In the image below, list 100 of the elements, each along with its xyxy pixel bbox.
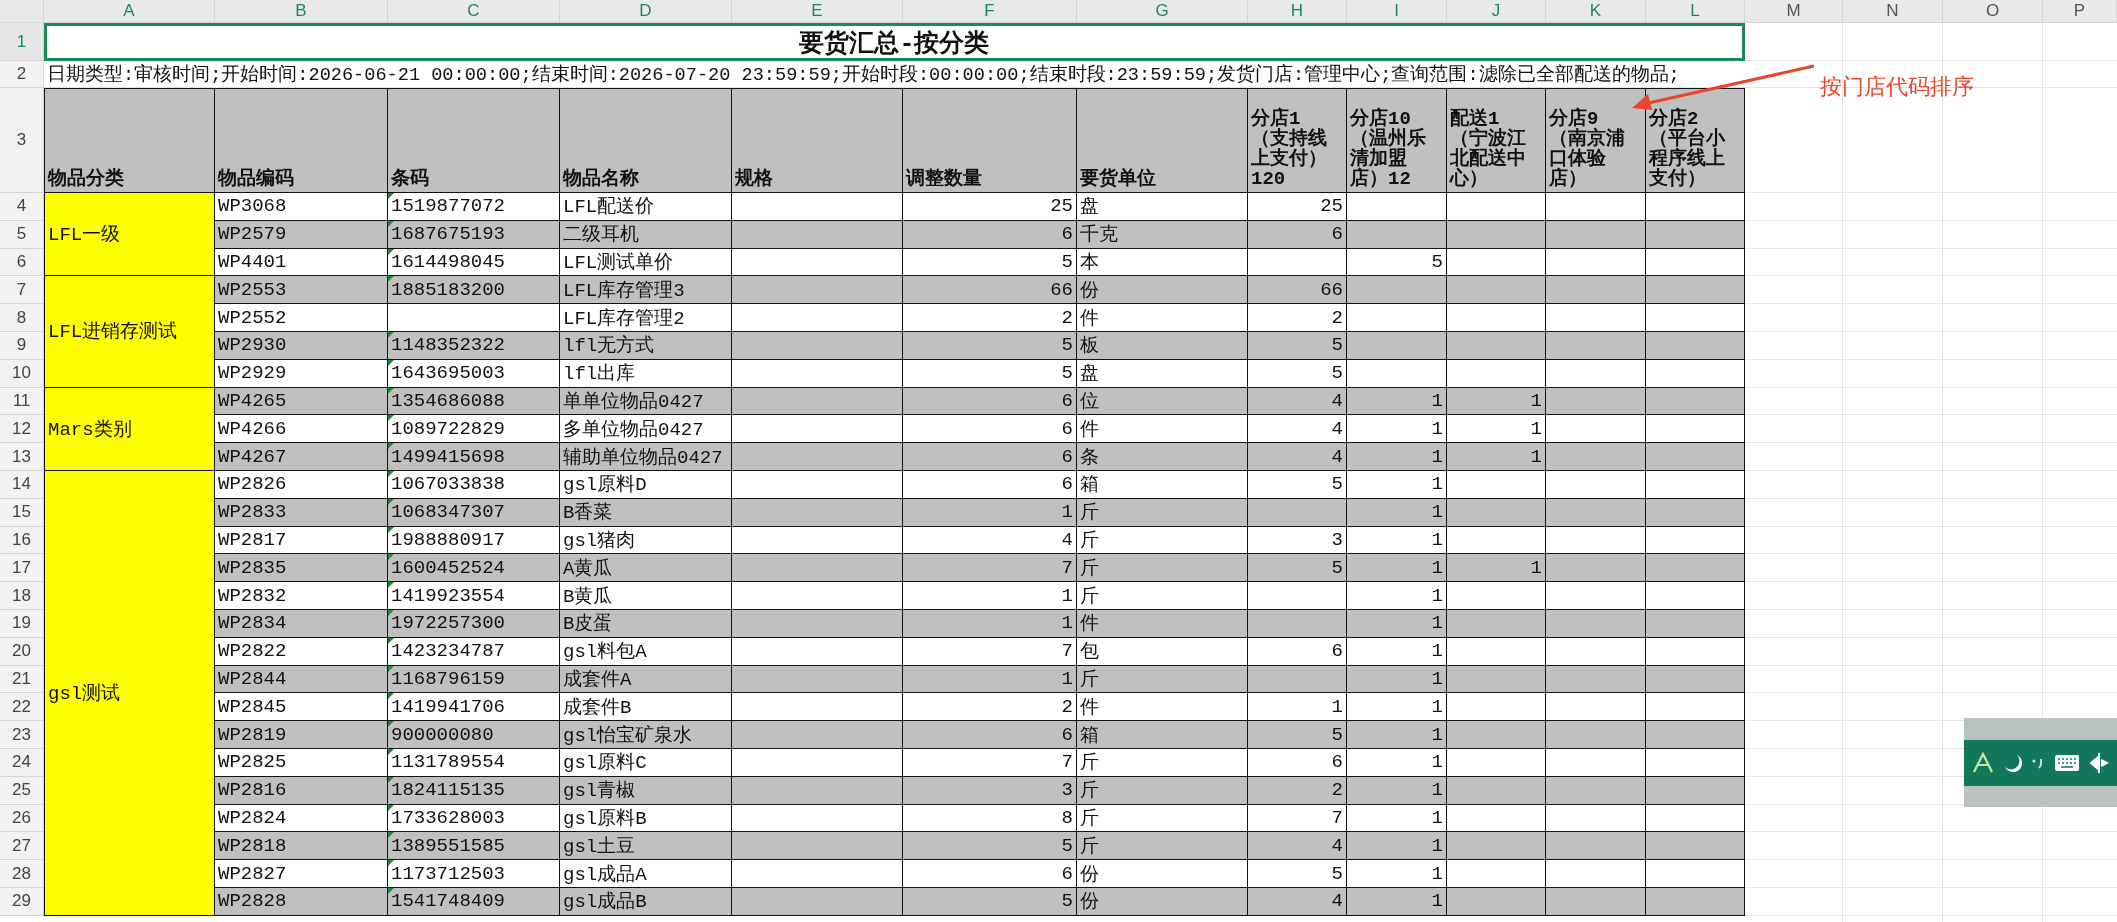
table-cell: LFL库存管理3	[560, 276, 732, 305]
table-cell: gsl怡宝矿泉水	[560, 721, 732, 749]
row-header[interactable]: 22	[0, 693, 44, 722]
row-header[interactable]: 8	[0, 304, 44, 332]
row-header[interactable]: 17	[0, 554, 44, 583]
row-header[interactable]: 15	[0, 498, 44, 527]
table-cell: WP2929	[215, 359, 388, 388]
table-cell: 份	[1077, 860, 1248, 888]
column-header[interactable]: I	[1347, 0, 1447, 23]
column-header[interactable]: D	[560, 0, 732, 23]
column-header[interactable]: K	[1546, 0, 1646, 23]
row-header[interactable]: 7	[0, 276, 44, 305]
table-cell: 盘	[1077, 193, 1248, 221]
row-header[interactable]: 21	[0, 665, 44, 694]
table-cell: LFL配送价	[560, 193, 732, 221]
column-header[interactable]: H	[1248, 0, 1347, 23]
table-cell: 4	[1248, 443, 1347, 471]
table-cell: WP2552	[215, 304, 388, 332]
row-header[interactable]: 12	[0, 415, 44, 444]
table-cell: 6	[903, 220, 1077, 249]
column-header[interactable]: L	[1646, 0, 1745, 23]
table-cell: B皮蛋	[560, 609, 732, 638]
table-cell: 箱	[1077, 470, 1248, 499]
column-header[interactable]: F	[903, 0, 1077, 23]
row-header[interactable]: 27	[0, 832, 44, 861]
column-header[interactable]: G	[1077, 0, 1248, 23]
table-cell: 5	[1248, 860, 1347, 888]
keyboard-icon[interactable]	[2054, 753, 2081, 772]
table-cell: 箱	[1077, 721, 1248, 749]
table-cell: WP2826	[215, 470, 388, 499]
column-header[interactable]: N	[1843, 0, 1943, 23]
row-header[interactable]: 25	[0, 776, 44, 805]
table-cell: 6	[1248, 637, 1347, 666]
table-cell: 1354686088	[388, 387, 560, 416]
row-header[interactable]: 2	[0, 61, 44, 88]
table-cell: 1499415698	[388, 443, 560, 471]
column-header[interactable]: A	[44, 0, 215, 23]
column-header[interactable]: O	[1943, 0, 2043, 23]
table-cell: WP3068	[215, 193, 388, 221]
moon-icon[interactable]	[2002, 752, 2023, 773]
table-cell: A黄瓜	[560, 554, 732, 583]
title-cell: 要货汇总-按分类	[44, 23, 1745, 61]
row-header[interactable]: 13	[0, 443, 44, 471]
row-header[interactable]: 14	[0, 470, 44, 499]
row-header[interactable]: 3	[0, 88, 44, 193]
table-cell: 件	[1077, 304, 1248, 332]
row-header[interactable]: 18	[0, 582, 44, 610]
full-width-icon[interactable]	[1972, 751, 1995, 774]
table-cell: 1	[1447, 387, 1546, 416]
table-cell: 1	[903, 609, 1077, 638]
table-cell: 1	[1347, 470, 1447, 499]
table-cell: 1	[1347, 443, 1447, 471]
table-cell: 1	[903, 498, 1077, 527]
table-cell: 1	[1347, 860, 1447, 888]
column-header[interactable]: P	[2043, 0, 2117, 23]
row-header[interactable]: 5	[0, 220, 44, 249]
row-header[interactable]: 4	[0, 193, 44, 221]
row-header[interactable]: 9	[0, 332, 44, 360]
column-header[interactable]: C	[388, 0, 560, 23]
row-header[interactable]: 10	[0, 359, 44, 388]
row-header[interactable]: 26	[0, 804, 44, 833]
category-cell: LFL进销存测试	[44, 276, 215, 388]
row-header[interactable]: 6	[0, 248, 44, 277]
header-cell: 物品编码	[215, 88, 388, 193]
table-cell: 1	[1347, 665, 1447, 694]
table-cell: 1	[1347, 498, 1447, 527]
table-cell: WP2816	[215, 776, 388, 805]
category-cell: LFL一级	[44, 193, 215, 277]
row-header[interactable]: 23	[0, 721, 44, 749]
table-cell: gsl原料C	[560, 748, 732, 777]
table-cell: gsl青椒	[560, 776, 732, 805]
row-header[interactable]: 16	[0, 526, 44, 555]
table-cell: 斤	[1077, 554, 1248, 583]
row-header[interactable]: 20	[0, 637, 44, 666]
row-header[interactable]: 19	[0, 609, 44, 638]
row-header[interactable]: 1	[0, 23, 44, 61]
column-header[interactable]: M	[1745, 0, 1843, 23]
column-header[interactable]: J	[1447, 0, 1546, 23]
table-cell: 4	[1248, 887, 1347, 916]
table-cell: 1	[903, 665, 1077, 694]
row-header[interactable]: 24	[0, 748, 44, 777]
column-header[interactable]: B	[215, 0, 388, 23]
category-cell: Mars类别	[44, 387, 215, 471]
table-cell: 6	[1248, 220, 1347, 249]
table-cell: 辅助单位物品0427	[560, 443, 732, 471]
table-cell: 6	[1248, 748, 1347, 777]
table-cell: lfl无方式	[560, 332, 732, 360]
table-cell: WP2579	[215, 220, 388, 249]
table-cell: gsl料包A	[560, 637, 732, 666]
table-cell: 包	[1077, 637, 1248, 666]
header-cell: 分店10（温州乐清加盟店）12	[1347, 88, 1447, 193]
table-cell: 盘	[1077, 359, 1248, 388]
row-header[interactable]: 11	[0, 387, 44, 416]
collapse-icon[interactable]	[2088, 751, 2109, 774]
header-cell: 条码	[388, 88, 560, 193]
row-header[interactable]: 28	[0, 860, 44, 888]
table-cell: 1	[1347, 748, 1447, 777]
table-cell: gsl土豆	[560, 832, 732, 861]
column-header[interactable]: E	[732, 0, 903, 23]
row-header[interactable]: 29	[0, 887, 44, 916]
